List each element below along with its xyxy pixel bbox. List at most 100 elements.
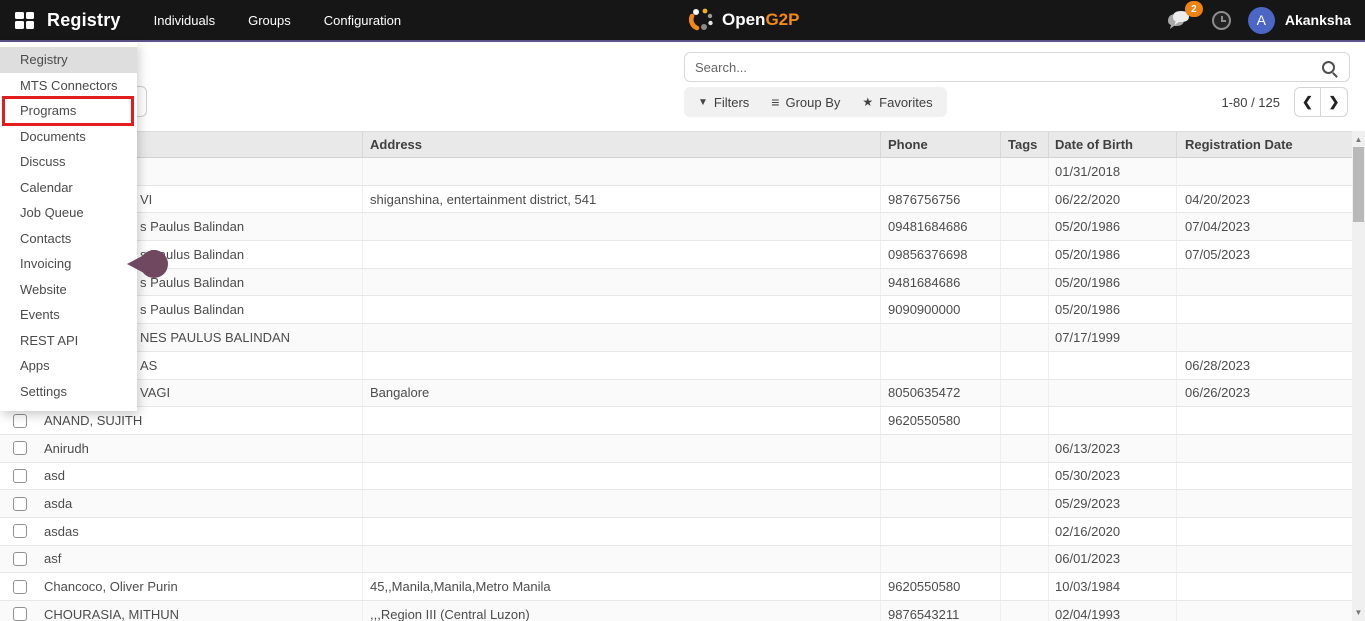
group-by-button[interactable]: ≡ Group By: [771, 94, 840, 110]
table-row[interactable]: asf06/01/2023: [0, 546, 1352, 574]
table-row[interactable]: ANAND, SUJITH9620550580: [0, 407, 1352, 435]
table-row[interactable]: NES PAULUS BALINDAN07/17/1999: [0, 324, 1352, 352]
cell-address: shiganshina, entertainment district, 541: [362, 186, 880, 213]
cell-registration-date: [1176, 546, 1352, 573]
pager-range: 1-80 / 125: [1221, 95, 1280, 110]
scrollbar-thumb[interactable]: [1353, 147, 1364, 222]
cell-registration-date: 07/04/2023: [1176, 213, 1352, 240]
header-registration-date[interactable]: Registration Date: [1176, 132, 1352, 157]
table-row[interactable]: AS06/28/2023: [0, 352, 1352, 380]
cell-date-of-birth: 05/20/1986: [1048, 296, 1176, 323]
drawer-item-invoicing[interactable]: Invoicing: [0, 251, 137, 277]
cell-tags: [1000, 435, 1048, 462]
registrants-table: Address Phone Tags Date of Birth Registr…: [0, 131, 1352, 621]
drawer-item-events[interactable]: Events: [0, 302, 137, 328]
header-date-of-birth[interactable]: Date of Birth: [1048, 132, 1176, 157]
cell-date-of-birth: 06/13/2023: [1048, 435, 1176, 462]
row-checkbox[interactable]: [13, 552, 27, 566]
openg2p-logo-icon: [689, 7, 715, 33]
search-bar: [684, 52, 1350, 82]
table-row[interactable]: s Paulus Balindan948168468605/20/1986: [0, 269, 1352, 297]
menu-groups[interactable]: Groups: [248, 13, 291, 28]
favorites-star-icon: ★: [862, 95, 873, 109]
systray: 2 A Akanksha: [1165, 0, 1351, 40]
header-phone[interactable]: Phone: [880, 132, 1000, 157]
cell-tags: [1000, 407, 1048, 434]
cell-date-of-birth: [1048, 407, 1176, 434]
scroll-up-icon[interactable]: ▲: [1352, 132, 1365, 146]
header-tags[interactable]: Tags: [1000, 132, 1048, 157]
header-address[interactable]: Address: [362, 132, 880, 157]
row-checkbox[interactable]: [13, 414, 27, 428]
drawer-item-contacts[interactable]: Contacts: [0, 226, 137, 252]
drawer-item-documents[interactable]: Documents: [0, 124, 137, 150]
vertical-scrollbar[interactable]: ▲ ▼: [1352, 131, 1365, 621]
row-checkbox[interactable]: [13, 441, 27, 455]
row-checkbox[interactable]: [13, 469, 27, 483]
cell-registration-date: [1176, 324, 1352, 351]
table-row[interactable]: asda05/29/2023: [0, 490, 1352, 518]
cell-registration-date: [1176, 158, 1352, 185]
row-checkbox[interactable]: [13, 607, 27, 621]
table-row[interactable]: s Paulus Balindan909090000005/20/1986: [0, 296, 1352, 324]
search-input[interactable]: [685, 60, 1322, 75]
row-checkbox-cell: [0, 497, 40, 511]
cell-name: asdas: [40, 524, 362, 539]
menu-configuration[interactable]: Configuration: [324, 13, 401, 28]
menu-individuals[interactable]: Individuals: [154, 13, 215, 28]
cell-address: Bangalore: [362, 380, 880, 407]
drawer-item-mts-connectors[interactable]: MTS Connectors: [0, 73, 137, 99]
cell-phone: [880, 518, 1000, 545]
top-navbar: Registry Individuals Groups Configuratio…: [0, 0, 1365, 42]
row-checkbox[interactable]: [13, 497, 27, 511]
row-checkbox[interactable]: [13, 524, 27, 538]
cell-phone: 9876543211: [880, 601, 1000, 621]
filters-button[interactable]: ▼ Filters: [698, 95, 749, 110]
drawer-item-programs[interactable]: Programs: [0, 98, 137, 124]
table-row[interactable]: asd05/30/2023: [0, 463, 1352, 491]
drawer-item-job-queue[interactable]: Job Queue: [0, 200, 137, 226]
row-checkbox-cell: [0, 524, 40, 538]
drawer-item-rest-api[interactable]: REST API: [0, 328, 137, 354]
pager-next-button[interactable]: ❯: [1321, 88, 1347, 116]
cell-registration-date: 06/26/2023: [1176, 380, 1352, 407]
row-checkbox[interactable]: [13, 580, 27, 594]
row-checkbox-cell: [0, 469, 40, 483]
apps-grid-icon[interactable]: [15, 12, 34, 29]
drawer-item-website[interactable]: Website: [0, 277, 137, 303]
row-checkbox-cell: [0, 552, 40, 566]
table-row[interactable]: s Paulus Balindan0985637669805/20/198607…: [0, 241, 1352, 269]
cell-address: [362, 463, 880, 490]
table-row[interactable]: Chancoco, Oliver Purin45,,Manila,Manila,…: [0, 573, 1352, 601]
table-row[interactable]: VIshiganshina, entertainment district, 5…: [0, 186, 1352, 214]
drawer-item-calendar[interactable]: Calendar: [0, 175, 137, 201]
pager-previous-button[interactable]: ❮: [1295, 88, 1321, 116]
table-row[interactable]: 01/31/2018: [0, 158, 1352, 186]
table-row[interactable]: asdas02/16/2020: [0, 518, 1352, 546]
favorites-button[interactable]: ★ Favorites: [862, 95, 932, 110]
drawer-item-registry[interactable]: Registry: [0, 47, 137, 73]
search-icon[interactable]: [1322, 61, 1335, 74]
top-menu-bar: Individuals Groups Configuration: [154, 13, 401, 28]
cell-registration-date: [1176, 463, 1352, 490]
drawer-item-settings[interactable]: Settings: [0, 379, 137, 405]
cell-registration-date: [1176, 573, 1352, 600]
drawer-item-discuss[interactable]: Discuss: [0, 149, 137, 175]
messages-icon[interactable]: 2: [1165, 7, 1195, 33]
table-row[interactable]: VAGIBangalore805063547206/26/2023: [0, 380, 1352, 408]
cell-address: [362, 435, 880, 462]
cell-address: [362, 546, 880, 573]
cell-phone: [880, 435, 1000, 462]
user-name[interactable]: Akanksha: [1285, 12, 1351, 28]
current-app-name[interactable]: Registry: [47, 10, 121, 31]
user-avatar[interactable]: A: [1248, 7, 1275, 34]
table-row[interactable]: s Paulus Balindan0948168468605/20/198607…: [0, 213, 1352, 241]
activities-clock-icon[interactable]: [1212, 11, 1231, 30]
table-body: 01/31/2018VIshiganshina, entertainment d…: [0, 158, 1352, 621]
table-row[interactable]: Anirudh 06/13/2023: [0, 435, 1352, 463]
table-row[interactable]: CHOURASIA, MITHUN,,,Region III (Central …: [0, 601, 1352, 621]
cell-phone: 09856376698: [880, 241, 1000, 268]
cell-name: Anirudh: [40, 441, 362, 456]
scroll-down-icon[interactable]: ▼: [1352, 605, 1365, 619]
drawer-item-apps[interactable]: Apps: [0, 353, 137, 379]
